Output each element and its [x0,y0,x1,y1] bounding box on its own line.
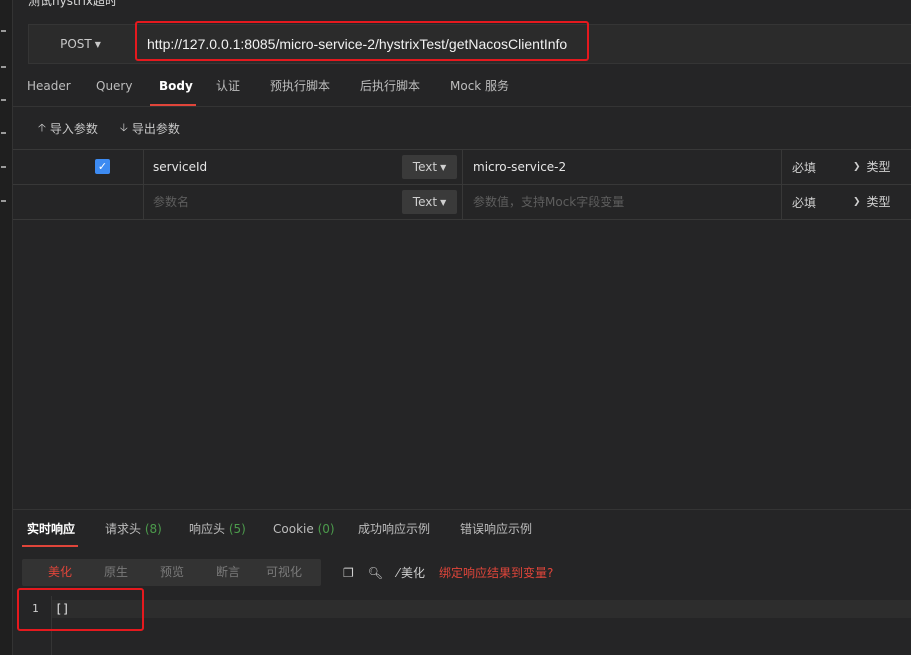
tab-error-example[interactable]: 错误响应示例 [460,510,532,548]
tab-auth[interactable]: 认证 [216,66,240,106]
param-row-empty: 参数名 Text ▼ 参数值，支持Mock字段变量 必填 ❯ 类型 [13,185,911,220]
tab-count: (5) [228,522,246,536]
param-row: ✓ serviceId Text ▼ micro-service-2 必填 ❯ … [13,150,911,185]
param-name-placeholder[interactable]: 参数名 [153,185,189,219]
tab-request-headers[interactable]: 请求头 (8) [105,510,162,548]
column-divider [781,150,782,184]
tab-cookie[interactable]: Cookie (0) [273,510,335,548]
tab-pre-script[interactable]: 预执行脚本 [270,66,330,106]
param-required-select[interactable]: 必填 [792,150,816,184]
tab-count: (0) [317,522,335,536]
view-mode-group: 美化 原生 预览 断言 可视化 [22,559,321,586]
view-mode-visualize[interactable]: 可视化 [266,559,302,586]
chevron-down-icon: ❯ [853,162,861,172]
params-table: ✓ serviceId Text ▼ micro-service-2 必填 ❯ … [13,149,911,220]
param-type-select[interactable]: Text ▼ [402,155,457,179]
param-value-placeholder[interactable]: 参数值，支持Mock字段变量 [473,185,624,219]
tab-header[interactable]: Header [27,66,71,106]
response-code-text: [] [55,602,70,616]
tab-count: (8) [144,522,162,536]
view-mode-assert[interactable]: 断言 [216,559,240,586]
view-mode-raw[interactable]: 原生 [104,559,128,586]
caret-down-icon: ▼ [94,39,101,49]
request-panel: 测试hystrix超时 POST ▼ http://127.0.0.1:8085… [13,0,911,655]
chevron-down-icon: ❯ [853,197,861,207]
export-params-button[interactable]: 🡣 导出参数 [120,120,180,136]
param-enabled-checkbox[interactable]: ✓ [95,159,110,174]
caret-down-icon: ▼ [440,197,447,207]
arrow-up-icon: 🡡 [38,120,46,134]
response-toolbar: ❐ 🔍︎ ⁄ 美化 绑定响应结果到变量? [343,559,553,586]
request-tabs: Header Query Body 认证 预执行脚本 后执行脚本 Mock 服务 [13,66,911,107]
rail-marker [1,30,6,32]
beautify-label: 美化 [401,566,426,580]
param-type-select[interactable]: Text ▼ [402,190,457,214]
export-params-label: 导出参数 [131,121,180,136]
column-divider [143,150,144,184]
tab-success-example[interactable]: 成功响应示例 [358,510,430,548]
import-params-button[interactable]: 🡡 导入参数 [38,120,98,136]
active-tab-indicator [150,104,196,106]
param-type-label: Text [412,195,438,209]
tab-label: 响应头 [189,522,226,536]
response-tabs: 实时响应 请求头 (8) 响应头 (5) Cookie (0) 成功响应示例 错… [13,510,911,548]
tab-query[interactable]: Query [96,66,132,106]
rail-marker [1,99,6,101]
url-bar: POST ▼ http://127.0.0.1:8085/micro-servi… [28,21,911,64]
tab-label: Cookie [273,522,314,536]
tab-label: 成功响应示例 [358,522,431,536]
column-divider [462,150,463,184]
param-datatype-select[interactable]: ❯ 类型 [853,150,891,184]
tab-label: 请求头 [105,522,142,536]
tab-response-headers[interactable]: 响应头 (5) [189,510,246,548]
column-divider [781,185,782,219]
column-divider [462,185,463,219]
rail-marker [1,132,6,134]
param-type-label: Text [412,160,438,174]
bind-response-link[interactable]: 绑定响应结果到变量? [439,564,553,581]
tab-live-response[interactable]: 实时响应 [27,510,75,548]
method-label: POST [60,37,92,51]
method-select[interactable]: POST ▼ [29,25,132,63]
tab-post-script[interactable]: 后执行脚本 [360,66,420,106]
rail-marker [1,66,6,68]
tab-label: 错误响应示例 [460,522,533,536]
view-mode-pretty[interactable]: 美化 [48,559,72,586]
params-toolbar: 🡡 导入参数 🡣 导出参数 [38,120,180,136]
caret-down-icon: ▼ [440,162,447,172]
magic-wand-icon: ⁄ [397,565,400,580]
import-params-label: 导入参数 [49,121,98,136]
rail-marker [1,166,6,168]
copy-icon[interactable]: ❐ [343,566,354,580]
left-rail [0,0,13,655]
beautify-button[interactable]: ⁄ 美化 [397,564,425,581]
param-name-input[interactable]: serviceId [153,150,207,184]
tab-mock[interactable]: Mock 服务 [450,66,509,106]
rail-marker [1,200,6,202]
tab-label: 实时响应 [27,522,76,536]
param-datatype-label: 类型 [866,195,891,209]
search-icon[interactable]: 🔍︎ [368,566,383,580]
param-value-input[interactable]: micro-service-2 [473,150,566,184]
arrow-down-icon: 🡣 [119,120,128,134]
param-datatype-label: 类型 [866,160,891,174]
active-line [52,600,911,618]
url-input[interactable]: http://127.0.0.1:8085/micro-service-2/hy… [147,25,567,63]
line-number: 1 [32,602,39,615]
view-mode-preview[interactable]: 预览 [160,559,184,586]
param-required-select[interactable]: 必填 [792,185,816,219]
active-response-tab-indicator [22,545,78,547]
column-divider [143,185,144,219]
page-title: 测试hystrix超时 [28,0,118,8]
tab-body[interactable]: Body [159,66,193,106]
param-datatype-select[interactable]: ❯ 类型 [853,185,891,219]
gutter-divider [51,596,52,655]
